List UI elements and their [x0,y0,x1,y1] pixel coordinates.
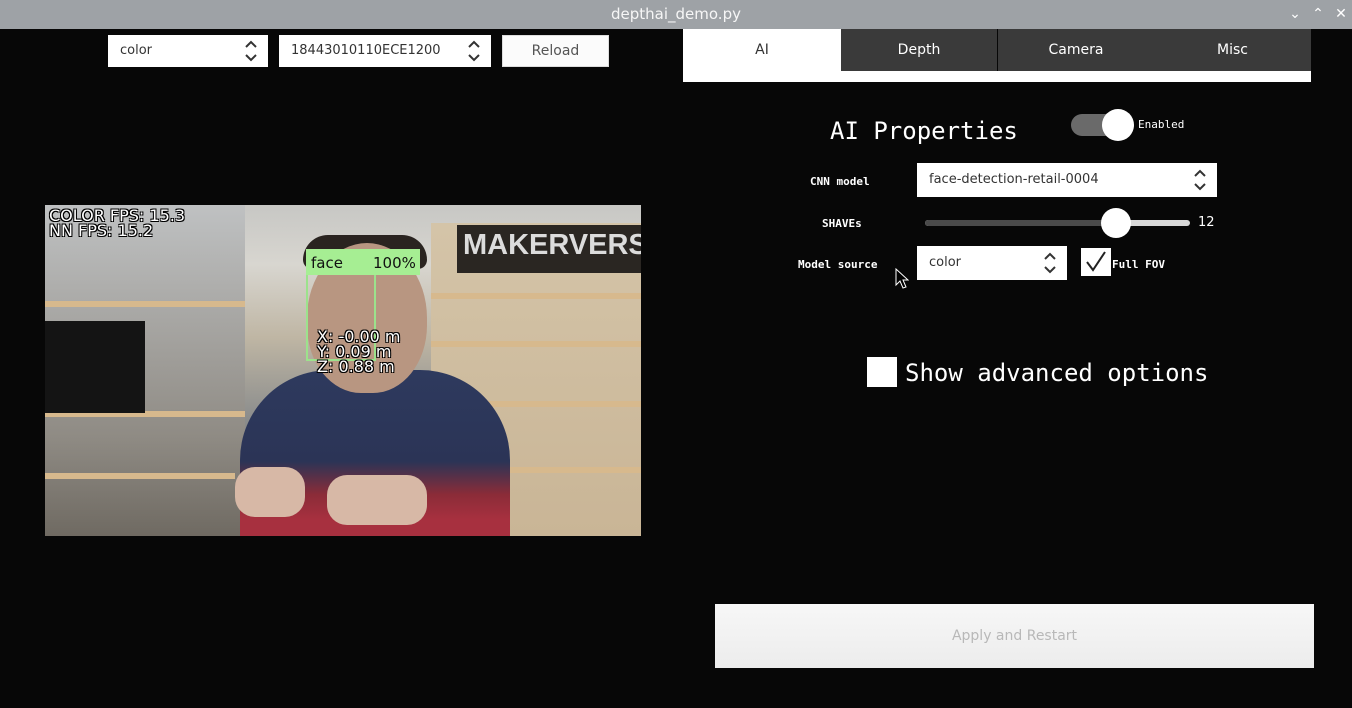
minimize-button[interactable]: ⌄ [1286,4,1304,24]
shaves-slider[interactable] [925,208,1190,238]
detection-class: face [311,254,343,272]
tab-misc[interactable]: Misc [1154,29,1311,71]
full-fov-checkbox[interactable] [1081,248,1111,276]
tab-depth[interactable]: Depth [841,29,997,71]
detection-confidence: 100% [373,254,416,272]
shaves-label: SHAVEs [822,217,862,230]
source-select-value: color [120,43,153,58]
toggle-knob [1102,109,1134,141]
tab-underline [683,71,1311,82]
mouse-cursor-icon [895,268,909,289]
slider-handle[interactable] [1100,208,1131,238]
source-select[interactable]: color [108,35,268,67]
ai-heading: AI Properties [830,117,1018,145]
shelf [431,341,641,347]
ai-enabled-toggle[interactable] [1071,109,1134,141]
tab-ai[interactable]: AI [683,29,841,71]
camera-preview: MAKERVERSE face 100% COLOR FPS: 15.3 NN … [45,205,641,536]
model-source-value: color [929,255,962,270]
show-advanced-checkbox[interactable] [867,357,897,387]
shelf [45,301,245,307]
main-area: color 18443010110ECE1200 Reload MAKERVER… [0,29,1352,708]
checkmark-icon [1086,251,1106,272]
apply-restart-button[interactable]: Apply and Restart [715,604,1314,668]
device-select-value: 18443010110ECE1200 [291,43,441,58]
tv-screen [45,321,145,413]
shelf [431,293,641,299]
person-hand [235,467,305,517]
detection-label: face 100% [306,249,420,275]
maximize-button[interactable]: ⌃ [1309,4,1327,24]
full-fov-label: Full FOV [1112,258,1165,271]
shaves-value: 12 [1198,215,1215,230]
device-select[interactable]: 18443010110ECE1200 [279,35,491,67]
shelf [45,473,235,479]
slider-fill [925,220,1116,226]
person-hand [327,475,427,525]
window-title: depthai_demo.py [611,5,741,23]
tab-camera[interactable]: Camera [998,29,1154,71]
fps-nn: NN FPS: 15.2 [49,221,154,240]
wall-sign-text: MAKERVERSE [463,229,641,261]
cnn-model-label: CNN model [810,175,870,188]
cnn-model-value: face-detection-retail-0004 [929,172,1099,187]
cnn-model-select[interactable]: face-detection-retail-0004 [917,163,1217,197]
show-advanced-label: Show advanced options [905,359,1209,387]
reload-button[interactable]: Reload [502,35,609,67]
coord-z: Z: 0.88 m [317,357,395,376]
model-source-label: Model source [798,258,878,271]
model-source-select[interactable]: color [917,246,1067,280]
up-down-icon [1194,169,1206,191]
close-button[interactable]: ✕ [1332,4,1350,24]
enabled-label: Enabled [1138,118,1185,131]
up-down-icon [468,40,480,62]
up-down-icon [245,40,257,62]
up-down-icon [1044,252,1056,274]
title-bar: depthai_demo.py ⌄ ⌃ ✕ [0,0,1352,29]
